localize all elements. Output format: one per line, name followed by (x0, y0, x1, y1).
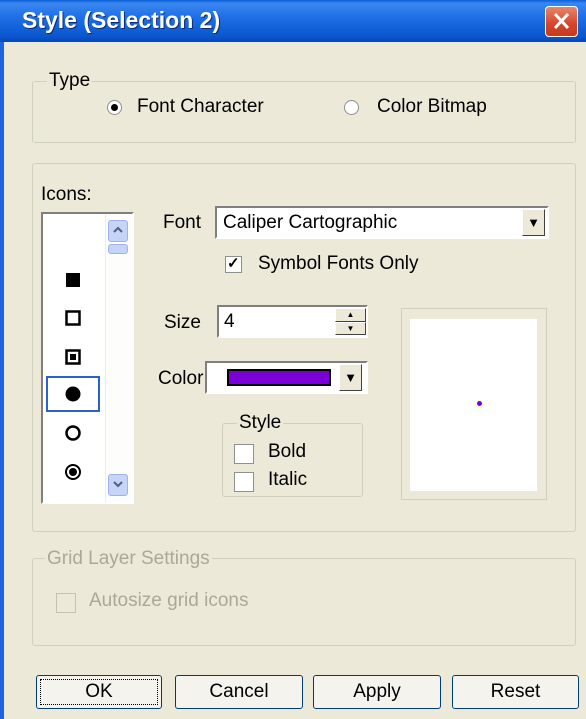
symbol-fonts-only-checkbox[interactable]: ✓ Symbol Fonts Only (225, 253, 445, 279)
bold-checkbox[interactable]: Bold (234, 441, 344, 465)
cancel-button[interactable]: Cancel (175, 675, 303, 709)
color-dropdown-button[interactable]: ▼ (339, 364, 362, 391)
dropdown-arrow-icon: ▼ (344, 370, 357, 385)
icons-list-items (43, 214, 105, 502)
close-icon (553, 12, 570, 30)
filled-circle-icon (65, 386, 81, 402)
checkbox-label: Bold (268, 441, 307, 462)
checkbox[interactable] (234, 472, 254, 492)
radio-label: Font Character (137, 96, 264, 117)
size-spinner[interactable]: ▲ ▼ (335, 308, 366, 335)
icon-item[interactable] (43, 338, 103, 376)
size-increment-button[interactable]: ▲ (335, 308, 366, 322)
ok-focus-rect (40, 679, 158, 705)
checkbox[interactable] (234, 444, 254, 464)
font-value: Caliper Cartographic (223, 212, 398, 233)
grid-layer-legend: Grid Layer Settings (45, 548, 212, 570)
reset-label: Reset (490, 681, 541, 702)
icon-item[interactable] (43, 414, 103, 452)
size-label: Size (164, 312, 201, 333)
font-dropdown[interactable]: Caliper Cartographic ▼ (215, 206, 549, 239)
preview-symbol (477, 401, 482, 406)
checkbox-label: Autosize grid icons (89, 590, 249, 611)
color-label: Color (158, 368, 204, 389)
font-dropdown-button[interactable]: ▼ (522, 209, 545, 236)
icons-list[interactable] (41, 212, 134, 504)
style-group-legend: Style (237, 412, 284, 434)
cancel-label: Cancel (209, 681, 269, 702)
checkbox[interactable] (56, 593, 76, 613)
autosize-grid-icons-checkbox[interactable]: Autosize grid icons (56, 590, 296, 616)
scroll-up-button[interactable] (108, 220, 128, 242)
italic-checkbox[interactable]: Italic (234, 469, 344, 493)
icon-item[interactable] (43, 261, 103, 299)
title-bar[interactable]: Style (Selection 2) (0, 0, 586, 42)
size-decrement-button[interactable]: ▼ (335, 322, 366, 335)
hollow-circle-icon (65, 425, 81, 441)
checkbox-label: Italic (268, 469, 308, 490)
boxed-square-icon (65, 349, 81, 365)
icon-item-selected[interactable] (46, 376, 100, 412)
size-input[interactable]: 4 ▲ ▼ (217, 305, 368, 338)
preview-frame (401, 308, 547, 500)
scroll-thumb[interactable] (108, 244, 128, 254)
radio-button[interactable] (344, 100, 359, 115)
preview-canvas (410, 319, 537, 491)
apply-button[interactable]: Apply (313, 675, 441, 709)
chevron-down-icon (113, 481, 123, 488)
icon-item[interactable] (43, 299, 103, 337)
window-border (0, 42, 4, 719)
dropdown-arrow-icon: ▼ (527, 215, 540, 230)
icon-item[interactable] (43, 453, 103, 491)
radio-color-bitmap[interactable]: Color Bitmap (344, 96, 504, 122)
color-swatch (227, 369, 331, 386)
hollow-square-icon (65, 310, 81, 326)
bullseye-circle-icon (65, 464, 81, 480)
chevron-up-icon (113, 226, 123, 233)
radio-button[interactable] (107, 100, 122, 115)
icons-scrollbar[interactable] (105, 214, 133, 502)
radio-label: Color Bitmap (377, 96, 487, 117)
spin-down-icon: ▼ (346, 324, 355, 333)
scroll-down-button[interactable] (108, 474, 128, 496)
size-value: 4 (224, 311, 235, 332)
spin-up-icon: ▲ (346, 310, 355, 319)
radio-selected-dot (111, 104, 118, 111)
reset-button[interactable]: Reset (452, 675, 579, 709)
window-title: Style (Selection 2) (22, 7, 221, 33)
close-button[interactable] (545, 6, 578, 37)
ok-button[interactable]: OK (36, 675, 162, 709)
checkbox-label: Symbol Fonts Only (258, 253, 419, 274)
apply-label: Apply (353, 681, 401, 702)
font-label: Font (163, 212, 202, 233)
filled-square-icon (66, 273, 80, 287)
check-mark-icon: ✓ (227, 255, 240, 272)
radio-font-character[interactable]: Font Character (107, 96, 287, 122)
checkbox[interactable]: ✓ (225, 255, 242, 273)
color-dropdown[interactable]: ▼ (205, 361, 368, 394)
icons-label: Icons: (41, 184, 92, 205)
type-group-legend: Type (47, 70, 93, 92)
